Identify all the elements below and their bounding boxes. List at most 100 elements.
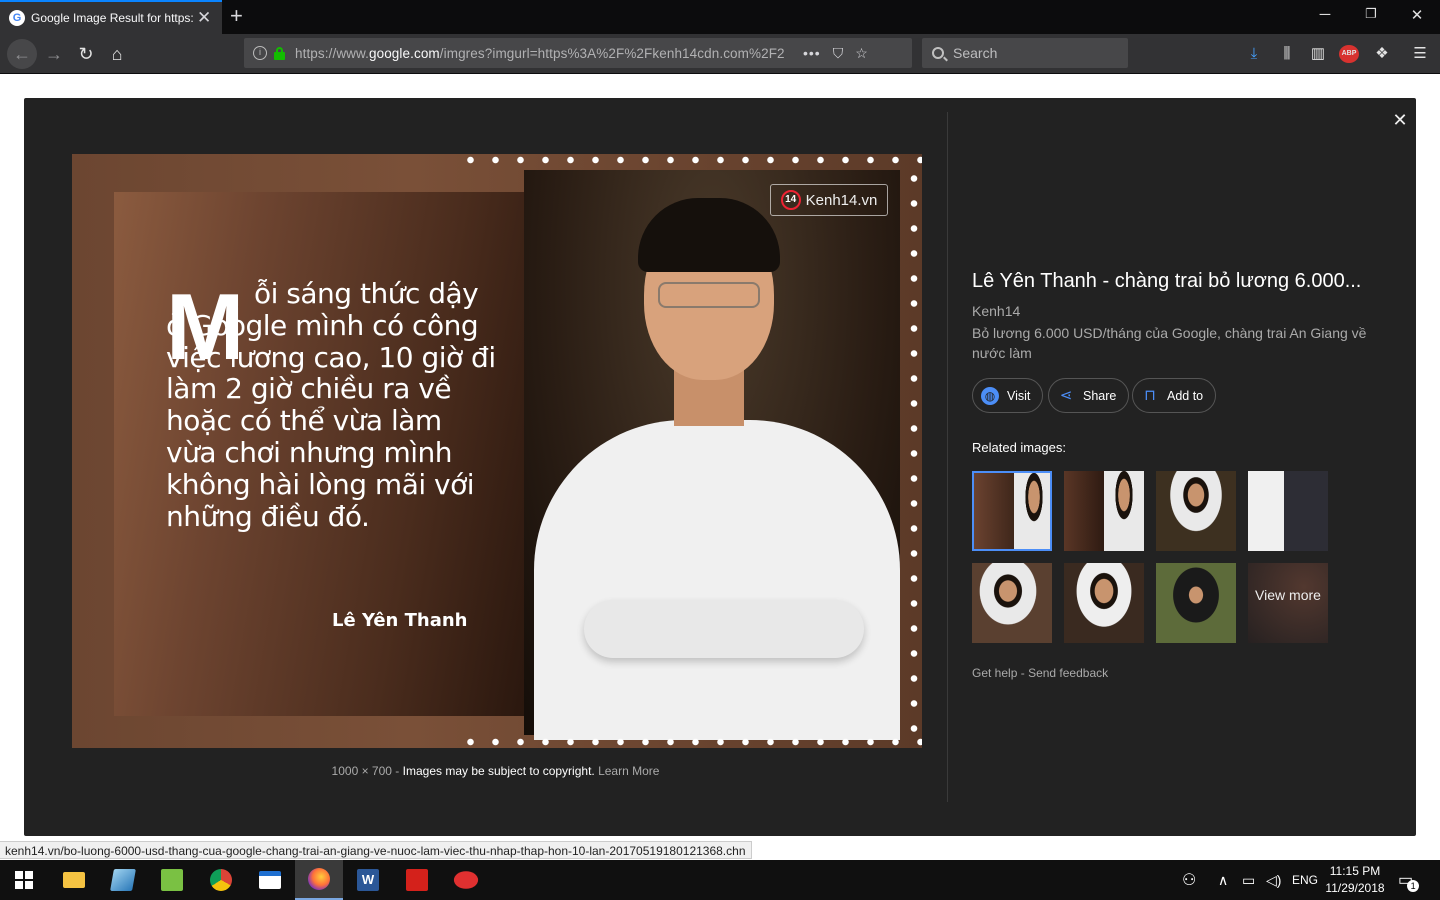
related-thumbnail[interactable] xyxy=(1064,471,1144,551)
image-title[interactable]: Lê Yên Thanh - chàng trai bỏ lương 6.000… xyxy=(972,270,1372,293)
chrome-button[interactable] xyxy=(197,860,245,900)
view-more-button[interactable]: View more xyxy=(1248,563,1328,643)
visit-label: Visit xyxy=(1007,388,1031,403)
get-help-link[interactable]: Get help xyxy=(972,666,1017,680)
url-prefix: https://www. xyxy=(295,45,369,61)
panel-divider xyxy=(947,112,948,802)
bookmark-star-icon[interactable]: ☆ xyxy=(855,45,868,62)
add-to-label: Add to xyxy=(1167,388,1204,403)
kenh14-watermark: 14 Kenh14.vn xyxy=(770,184,888,216)
windows-logo-icon xyxy=(15,871,33,889)
dot-border-bottom xyxy=(458,736,922,748)
people-icon[interactable]: ⚇ xyxy=(1182,860,1196,900)
pdf-icon xyxy=(406,869,428,891)
language-indicator[interactable]: ENG xyxy=(1292,860,1318,900)
preview-image[interactable]: M ỗi sáng thức dậy ở Google mình có công… xyxy=(72,154,922,748)
copyright-notice: Images may be subject to copyright. xyxy=(402,764,595,778)
windows-taskbar: W ⚇ ∧ ▭ ◁) ENG 11:15 PM 11/29/2018 ▭ 1 xyxy=(0,860,1440,900)
app-button[interactable] xyxy=(99,860,147,900)
caption-separator: - xyxy=(395,764,400,778)
notification-count: 1 xyxy=(1407,880,1420,892)
share-button[interactable]: ⋖ Share xyxy=(1048,378,1130,413)
clock-time: 11:15 PM xyxy=(1329,864,1381,878)
watermark-number: 14 xyxy=(780,190,801,210)
glasses xyxy=(658,282,760,308)
tab-close-icon[interactable]: ✕ xyxy=(197,8,211,28)
folder-icon xyxy=(63,872,85,888)
minimize-icon[interactable]: ─ xyxy=(1315,6,1335,23)
bookmark-icon: ⊓ xyxy=(1144,386,1156,404)
info-icon[interactable]: i xyxy=(253,46,267,60)
firefox-button[interactable] xyxy=(295,860,343,900)
navigation-toolbar: ← → ↻ ⌂ i https://www.google.com/imgres?… xyxy=(0,34,1440,74)
watermark-text: Kenh14.vn xyxy=(805,191,878,209)
related-thumbnail[interactable] xyxy=(1248,471,1328,551)
related-thumbnail[interactable] xyxy=(1156,471,1236,551)
search-icon xyxy=(932,47,944,59)
close-icon[interactable]: ✕ xyxy=(1388,108,1412,132)
restore-icon[interactable]: ❐ xyxy=(1361,6,1381,22)
pocket-icon[interactable]: ⛉ xyxy=(833,45,844,62)
menu-icon[interactable]: ☰ xyxy=(1409,43,1431,65)
sidebar-icon[interactable]: ▥ xyxy=(1307,43,1329,65)
address-bar[interactable]: i https://www.google.com/imgres?imgurl=h… xyxy=(244,38,912,68)
image-caption: 1000 × 700 - Images may be subject to co… xyxy=(24,764,967,778)
app-icon xyxy=(110,869,136,891)
notification-center-icon[interactable]: ▭ 1 xyxy=(1398,860,1420,900)
back-arrow-icon[interactable]: ← xyxy=(7,39,37,69)
url-path: /imgres?imgurl=https%3A%2F%2Fkenh14cdn.c… xyxy=(439,45,785,61)
volume-icon[interactable]: ◁) xyxy=(1266,860,1281,900)
download-icon[interactable]: ⤓ xyxy=(1243,43,1265,65)
clock-date: 11/29/2018 xyxy=(1325,881,1385,895)
tab-strip: G Google Image Result for https://kenh14… xyxy=(0,0,1440,34)
share-icon: ⋖ xyxy=(1059,386,1073,404)
home-icon[interactable]: ⌂ xyxy=(105,42,129,66)
related-thumbnail[interactable] xyxy=(1064,563,1144,643)
new-tab-icon[interactable]: + xyxy=(230,3,243,29)
page-actions-icon[interactable]: ••• xyxy=(803,45,821,61)
search-bar[interactable] xyxy=(922,38,1128,68)
forward-arrow-icon[interactable]: → xyxy=(42,42,66,66)
related-thumbnail[interactable] xyxy=(972,471,1052,551)
url-text[interactable]: https://www.google.com/imgres?imgurl=htt… xyxy=(295,46,789,61)
window-icon xyxy=(259,871,281,889)
related-thumbnail[interactable] xyxy=(972,563,1052,643)
google-favicon-icon: G xyxy=(9,10,25,26)
chevron-up-icon[interactable]: ∧ xyxy=(1218,860,1228,900)
help-links: Get help - Send feedback xyxy=(972,666,1108,680)
learn-more-link[interactable]: Learn More xyxy=(598,764,659,778)
quote-author: Lê Yên Thanh xyxy=(332,610,468,631)
page-content: M ỗi sáng thức dậy ở Google mình có công… xyxy=(0,75,1440,845)
extension-icon[interactable]: ❖ xyxy=(1371,43,1393,65)
library-icon[interactable]: ⫼ xyxy=(1276,43,1298,65)
window-close-icon[interactable]: ✕ xyxy=(1407,6,1427,24)
active-tab[interactable]: G Google Image Result for https://kenh14… xyxy=(0,0,222,34)
network-icon[interactable]: ▭ xyxy=(1242,860,1255,900)
word-button[interactable]: W xyxy=(344,860,392,900)
word-icon: W xyxy=(357,869,379,891)
acrobat-button[interactable] xyxy=(393,860,441,900)
notepad-icon xyxy=(161,869,183,891)
add-to-button[interactable]: ⊓ Add to xyxy=(1132,378,1217,413)
notepad-button[interactable] xyxy=(148,860,196,900)
start-button[interactable] xyxy=(0,860,48,900)
app-button-red[interactable] xyxy=(442,860,490,900)
shirt xyxy=(534,420,900,740)
chrome-icon xyxy=(210,869,232,891)
image-preview-panel: M ỗi sáng thức dậy ở Google mình có công… xyxy=(24,98,1416,836)
adblock-icon[interactable]: ABP xyxy=(1339,45,1359,63)
window-app-button[interactable] xyxy=(246,860,294,900)
visit-button[interactable]: ◍ Visit xyxy=(972,378,1044,413)
search-input[interactable] xyxy=(953,45,1113,61)
reload-icon[interactable]: ↻ xyxy=(74,42,98,66)
quote-text: ỗi sáng thức dậy ở Google mình có công v… xyxy=(166,278,496,532)
clock[interactable]: 11:15 PM 11/29/2018 xyxy=(1320,863,1390,897)
file-explorer-button[interactable] xyxy=(50,860,98,900)
tab-title: Google Image Result for https://kenh14cd… xyxy=(31,11,193,25)
image-dimensions: 1000 × 700 xyxy=(331,764,392,778)
firefox-icon xyxy=(308,868,330,890)
send-feedback-link[interactable]: Send feedback xyxy=(1028,666,1108,680)
help-separator: - xyxy=(1020,666,1025,680)
related-thumbnail[interactable] xyxy=(1156,563,1236,643)
url-domain: google.com xyxy=(368,45,440,61)
